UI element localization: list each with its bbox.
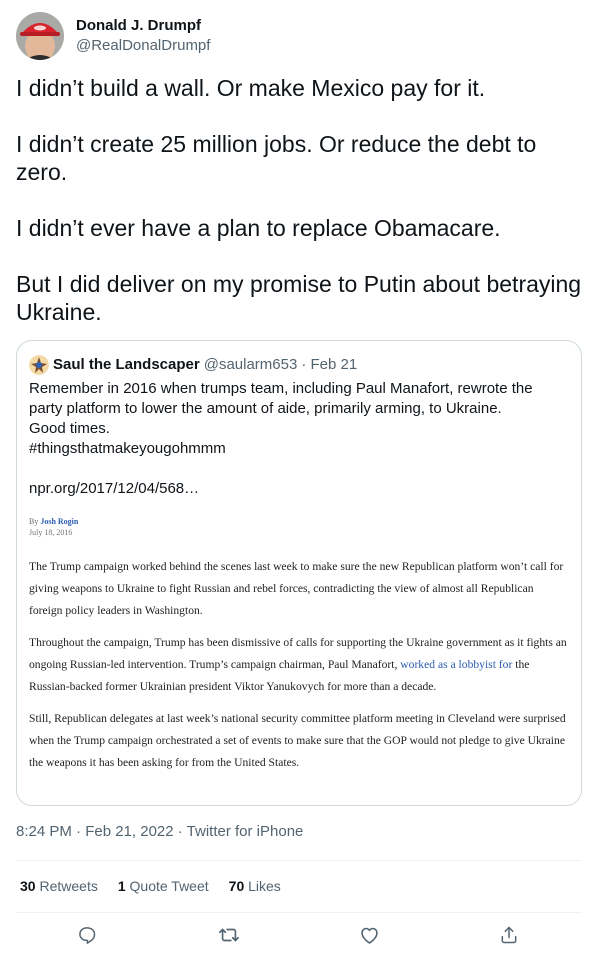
- divider: [16, 860, 582, 861]
- quoted-tweet-header: Saul the Landscaper @saularm653 · Feb 21: [29, 355, 357, 375]
- reply-icon[interactable]: [76, 924, 98, 946]
- divider: [16, 912, 582, 913]
- like-icon[interactable]: [358, 924, 380, 946]
- tweet-paragraph: But I did deliver on my promise to Putin…: [16, 271, 582, 325]
- likes-label: Likes: [248, 878, 281, 894]
- author-name[interactable]: Donald J. Drumpf: [76, 16, 210, 36]
- tweet-actions: [0, 922, 598, 950]
- quoted-author-avatar: [29, 355, 49, 375]
- quoted-line: Remember in 2016 when trumps team, inclu…: [29, 380, 533, 397]
- tweet-paragraph: I didn’t build a wall. Or make Mexico pa…: [16, 75, 486, 101]
- likes-stat[interactable]: 70 Likes: [229, 876, 281, 896]
- article-screenshot: By Josh Rogin July 18, 2016 The Trump ca…: [29, 517, 569, 774]
- quote-tweets-count: 1: [117, 878, 126, 894]
- tweet-text: I didn’t build a wall. Or make Mexico pa…: [16, 74, 586, 326]
- quoted-hashtag[interactable]: #thingsthatmakeyougohmmm: [29, 439, 569, 459]
- article-paragraph: Throughout the campaign, Trump has been …: [29, 632, 569, 698]
- retweet-icon[interactable]: [218, 924, 240, 946]
- quoted-author-name: Saul the Landscaper: [53, 356, 200, 373]
- article-inline-link: worked as a lobbyist for: [400, 658, 513, 671]
- quote-tweets-stat[interactable]: 1 Quote Tweet: [118, 876, 209, 896]
- quoted-tweet[interactable]: Saul the Landscaper @saularm653 · Feb 21…: [16, 340, 582, 806]
- quoted-tweet-text: Remember in 2016 when trumps team, inclu…: [29, 379, 569, 499]
- tweet-timestamp[interactable]: 8:24 PM · Feb 21, 2022 · Twitter for iPh…: [16, 822, 303, 842]
- tweet-stats: 30 Retweets 1 Quote Tweet 70 Likes: [20, 876, 281, 896]
- likes-count: 70: [228, 878, 245, 894]
- article-byline: By Josh Rogin: [29, 517, 569, 527]
- share-icon[interactable]: [498, 924, 520, 946]
- article-date: July 18, 2016: [29, 528, 73, 537]
- quote-tweets-label: Quote Tweet: [129, 878, 209, 894]
- tweet-header: Donald J. Drumpf @RealDonalDrumpf: [16, 12, 210, 60]
- quoted-link[interactable]: npr.org/2017/12/04/568…: [29, 479, 569, 499]
- tweet-paragraph: I didn’t ever have a plan to replace Oba…: [16, 215, 501, 241]
- article-by: By: [29, 517, 39, 526]
- author-block: Donald J. Drumpf @RealDonalDrumpf: [76, 16, 210, 56]
- retweets-count: 30: [20, 878, 36, 894]
- article-author: Josh Rogin: [40, 517, 79, 526]
- quoted-date: · Feb 21: [301, 356, 358, 373]
- tweet-paragraph: I didn’t create 25 million jobs. Or redu…: [16, 131, 537, 185]
- author-handle[interactable]: @RealDonalDrumpf: [76, 36, 210, 56]
- article-paragraph: The Trump campaign worked behind the sce…: [29, 560, 564, 617]
- article-paragraph: Still, Republican delegates at last week…: [29, 712, 566, 769]
- author-avatar[interactable]: [16, 12, 64, 60]
- quoted-line: party platform to lower the amount of ai…: [29, 400, 502, 417]
- retweets-stat[interactable]: 30 Retweets: [20, 876, 98, 896]
- quoted-line: Good times.: [29, 420, 110, 437]
- retweets-label: Retweets: [39, 878, 98, 894]
- quoted-author-handle: @saularm653: [203, 356, 298, 373]
